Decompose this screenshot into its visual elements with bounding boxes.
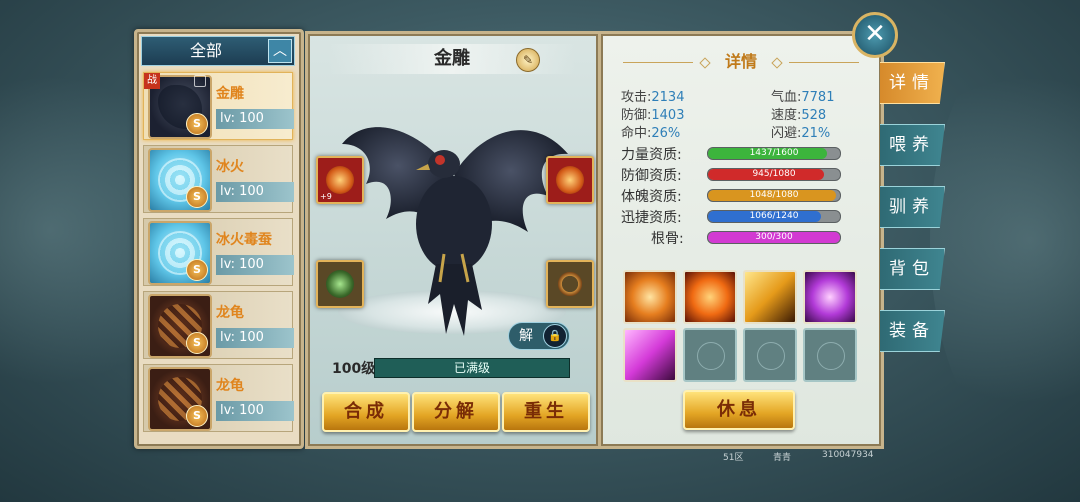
grade-badge: S xyxy=(186,113,208,135)
equipment-slot-ring[interactable] xyxy=(546,260,594,308)
pencil-icon[interactable]: ✎ xyxy=(516,48,540,72)
player-id: 310047934 xyxy=(822,450,874,460)
aptitude-bar: 1048/1080 xyxy=(707,189,841,202)
stat-hit: 命中:26% xyxy=(621,126,681,141)
enhance-level: +9 xyxy=(320,192,332,201)
grade-badge: S xyxy=(186,186,208,208)
pet-name: 金雕 xyxy=(216,86,244,102)
battle-badge: 战 xyxy=(144,73,160,89)
empty-skill-slot[interactable] xyxy=(803,328,857,382)
pet-level: lv: 100 xyxy=(216,401,294,421)
rest-button[interactable]: 休息 xyxy=(683,390,795,430)
unlock-toggle[interactable]: 解 🔒 xyxy=(508,322,570,350)
skill-slot[interactable] xyxy=(623,270,677,324)
skill-slot[interactable] xyxy=(803,270,857,324)
aptitude-label: 体魄资质: xyxy=(621,189,682,205)
grade-badge: S xyxy=(186,259,208,281)
stat-hp: 气血:7781 xyxy=(771,90,835,105)
aptitude-label: 防御资质: xyxy=(621,168,682,184)
merge-button[interactable]: 合成 xyxy=(322,392,410,432)
aptitude-bar: 945/1080 xyxy=(707,168,841,181)
empty-skill-slot[interactable] xyxy=(683,328,737,382)
pet-list-item[interactable]: S 冰火 lv: 100 xyxy=(143,145,294,213)
close-icon[interactable]: ✕ xyxy=(852,12,898,58)
pet-name: 龙龟 xyxy=(216,378,244,394)
aptitude-label: 根骨: xyxy=(651,231,684,247)
equipment-slot-weapon[interactable]: +9 xyxy=(316,156,364,204)
player-name: 青青 xyxy=(773,453,792,463)
tab-details[interactable]: 详情 xyxy=(880,62,945,104)
unlock-label: 解 xyxy=(519,328,533,344)
filter-label: 全部 xyxy=(189,41,222,60)
filter-dropdown[interactable]: 全部 ︿ xyxy=(141,36,295,66)
pet-list-item[interactable]: S 龙龟 lv: 100 xyxy=(143,364,294,432)
aptitude-value: 300/300 xyxy=(755,232,793,242)
aptitude-value: 1066/1240 xyxy=(749,211,799,221)
stat-attack: 攻击:2134 xyxy=(621,90,685,105)
pet-list: 战 S 金雕 lv: 100 S 冰火 lv: 100 S 冰火毒蚕 lv: 1… xyxy=(143,72,294,437)
pet-level: lv: 100 xyxy=(216,255,294,275)
equipment-slot-amulet[interactable] xyxy=(546,156,594,204)
aptitude-bar: 1437/1600 xyxy=(707,147,841,160)
pet-list-item[interactable]: S 冰火毒蚕 lv: 100 xyxy=(143,218,294,286)
stat-dodge: 闪避:21% xyxy=(771,126,831,141)
exp-bar: 已满级 xyxy=(374,358,570,378)
empty-skill-slot[interactable] xyxy=(743,328,797,382)
aptitude-value: 1048/1080 xyxy=(749,190,799,200)
aptitude-value: 1437/1600 xyxy=(749,148,799,158)
background-glow-right xyxy=(930,30,1080,450)
skill-slot[interactable] xyxy=(623,328,677,382)
pet-name: 龙龟 xyxy=(216,305,244,321)
decompose-button[interactable]: 分解 xyxy=(412,392,500,432)
pet-name: 冰火毒蚕 xyxy=(216,232,272,248)
tab-bag[interactable]: 背包 xyxy=(880,248,945,290)
detail-header: 详情 xyxy=(601,48,881,72)
tab-feed[interactable]: 喂养 xyxy=(880,124,945,166)
skill-slot[interactable] xyxy=(683,270,737,324)
pet-level-label: 100级 xyxy=(332,361,376,377)
pet-list-item[interactable]: S 龙龟 lv: 100 xyxy=(143,291,294,359)
equipment-slot-armor[interactable] xyxy=(316,260,364,308)
server-label: 51区 xyxy=(723,453,744,463)
pet-detail-panel: 详情 攻击:2134 气血:7781 防御:1403 速度:528 命中:26%… xyxy=(598,31,884,449)
lock-icon xyxy=(194,75,206,87)
aptitude-bar: 1066/1240 xyxy=(707,210,841,223)
pet-level: lv: 100 xyxy=(216,109,294,129)
chevron-up-icon[interactable]: ︿ xyxy=(268,39,292,63)
tab-equipment[interactable]: 装备 xyxy=(880,310,945,352)
pet-level: lv: 100 xyxy=(216,182,294,202)
lock-icon: 🔒 xyxy=(543,324,567,348)
grade-badge: S xyxy=(186,405,208,427)
pet-model-panel: 金雕 ✎ +9 解 🔒 100级 已满级 合成 分解 重生 xyxy=(305,31,601,449)
pet-list-panel: 全部 ︿ 战 S 金雕 lv: 100 S 冰火 lv: 100 S 冰火毒蚕 … xyxy=(134,29,304,449)
aptitude-value: 945/1080 xyxy=(752,169,796,179)
pet-list-item[interactable]: 战 S 金雕 lv: 100 xyxy=(143,72,294,140)
stat-speed: 速度:528 xyxy=(771,108,827,123)
pet-name: 冰火 xyxy=(216,159,244,175)
tab-train[interactable]: 驯养 xyxy=(880,186,945,228)
rebirth-button[interactable]: 重生 xyxy=(502,392,590,432)
aptitude-label: 力量资质: xyxy=(621,147,682,163)
skill-slot[interactable] xyxy=(743,270,797,324)
aptitude-label: 迅捷资质: xyxy=(621,210,682,226)
eagle-model xyxy=(342,127,568,336)
stat-defense: 防御:1403 xyxy=(621,108,685,123)
detail-title: 详情 xyxy=(724,52,757,71)
aptitude-bar: 300/300 xyxy=(707,231,841,244)
grade-badge: S xyxy=(186,332,208,354)
pet-level: lv: 100 xyxy=(216,328,294,348)
